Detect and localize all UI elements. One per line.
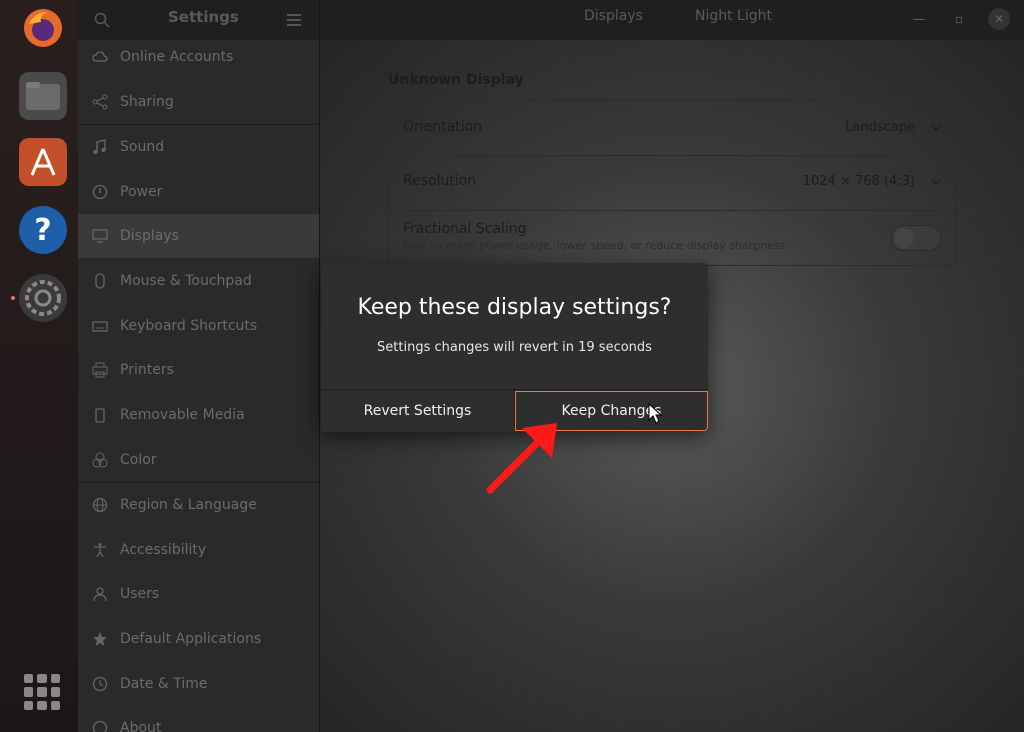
sidebar-item-label: Sound [120, 139, 165, 155]
sidebar-item-color[interactable]: Color [78, 438, 319, 482]
running-indicator [11, 296, 15, 300]
fractional-scaling-row: Fractional Scaling May increase power us… [389, 211, 955, 265]
star-icon [93, 632, 107, 646]
cloud-icon [92, 51, 108, 62]
info-icon [92, 720, 108, 732]
orientation-value: Landscape [845, 120, 915, 135]
display-icon [92, 229, 108, 243]
dialog-button-bar: Revert Settings Keep Changes [321, 389, 708, 432]
help-icon[interactable]: ? [19, 206, 67, 254]
globe-icon [92, 497, 108, 513]
mouse-icon [95, 273, 105, 289]
sidebar-item-label: Region & Language [120, 497, 257, 513]
usb-icon [95, 408, 105, 423]
sidebar-item-keyboard-shortcuts[interactable]: Keyboard Shortcuts [78, 304, 319, 348]
chevron-down-icon [931, 179, 941, 186]
software-icon[interactable] [19, 138, 67, 186]
tab-night-light[interactable]: Night Light [695, 8, 772, 24]
sidebar-item-about[interactable]: About [78, 706, 319, 732]
color-icon [92, 452, 108, 468]
sidebar-item-label: Users [120, 586, 160, 602]
app-title: Settings [168, 8, 239, 26]
sidebar-item-sharing[interactable]: Sharing [78, 80, 319, 124]
sidebar-item-region-language[interactable]: Region & Language [78, 483, 319, 527]
search-icon[interactable] [88, 6, 116, 34]
share-icon [92, 94, 108, 110]
sidebar-item-online-accounts[interactable]: Online Accounts [78, 40, 319, 79]
orientation-label: Orientation [403, 119, 483, 135]
sidebar-item-label: Printers [120, 362, 174, 378]
orientation-row[interactable]: Orientation Landscape [389, 101, 955, 156]
sidebar-item-label: Online Accounts [120, 49, 234, 65]
keep-settings-dialog: Keep these display settings? Settings ch… [321, 263, 708, 432]
header-bar: Settings Displays Night Light — ▫ ✕ [78, 0, 1024, 41]
sidebar-item-label: About [120, 720, 162, 732]
resolution-value: 1024 × 768 (4:3) [802, 174, 915, 189]
sidebar-item-label: Mouse & Touchpad [120, 273, 252, 289]
menu-icon[interactable] [280, 6, 308, 34]
sidebar-item-label: Default Applications [120, 631, 262, 647]
keep-changes-button[interactable]: Keep Changes [515, 391, 708, 431]
sidebar-item-label: Date & Time [120, 676, 208, 692]
sidebar-item-label: Color [120, 452, 157, 468]
dialog-message: Settings changes will revert in 19 secon… [377, 340, 652, 355]
scaling-label: Fractional Scaling [403, 221, 527, 237]
power-icon [92, 184, 108, 200]
sidebar-item-accessibility[interactable]: Accessibility [78, 528, 319, 572]
section-title: Unknown Display [388, 72, 524, 88]
scaling-description: May increase power usage, lower speed, o… [403, 239, 789, 252]
chevron-down-icon [931, 125, 941, 132]
close-icon[interactable]: ✕ [988, 8, 1010, 30]
resolution-row[interactable]: Resolution 1024 × 768 (4:3) [389, 156, 955, 211]
sidebar-item-printers[interactable]: Printers [78, 348, 319, 392]
minimize-icon[interactable]: — [908, 8, 930, 30]
keyboard-icon [92, 321, 108, 332]
sidebar-item-mouse-touchpad[interactable]: Mouse & Touchpad [78, 259, 319, 303]
files-icon[interactable] [19, 72, 67, 120]
users-icon [93, 587, 107, 602]
header-left: Settings [78, 0, 320, 40]
printer-icon [92, 362, 108, 378]
fractional-scaling-toggle[interactable] [891, 225, 941, 251]
resolution-label: Resolution [403, 173, 477, 189]
accessibility-icon [94, 543, 106, 558]
firefox-icon[interactable] [19, 4, 67, 52]
clock-icon [92, 676, 108, 692]
sidebar-item-label: Accessibility [120, 542, 207, 558]
sidebar-item-default-applications[interactable]: Default Applications [78, 617, 319, 661]
sidebar-item-displays[interactable]: Displays [78, 214, 319, 258]
maximize-icon[interactable]: ▫ [948, 8, 970, 30]
show-applications-icon[interactable] [24, 674, 60, 710]
sidebar-item-label: Power [120, 184, 163, 200]
sidebar-item-label: Displays [120, 228, 179, 244]
tab-displays[interactable]: Displays [584, 8, 643, 24]
music-note-icon [93, 139, 106, 154]
sidebar-item-label: Sharing [120, 94, 174, 110]
display-settings-list: Orientation Landscape Resolution 1024 × … [388, 100, 956, 266]
dialog-title: Keep these display settings? [357, 295, 672, 320]
revert-settings-button[interactable]: Revert Settings [321, 390, 515, 432]
sidebar-item-users[interactable]: Users [78, 572, 319, 616]
dock: ? [0, 0, 78, 732]
sidebar-item-power[interactable]: Power [78, 170, 319, 214]
sidebar-item-label: Removable Media [120, 407, 245, 423]
sidebar-item-date-time[interactable]: Date & Time [78, 662, 319, 706]
sidebar: Online Accounts Sharing Sound Power Disp… [78, 40, 320, 732]
sidebar-item-removable-media[interactable]: Removable Media [78, 393, 319, 437]
settings-icon[interactable] [19, 274, 67, 322]
sidebar-item-sound[interactable]: Sound [78, 125, 319, 169]
sidebar-item-label: Keyboard Shortcuts [120, 318, 258, 334]
